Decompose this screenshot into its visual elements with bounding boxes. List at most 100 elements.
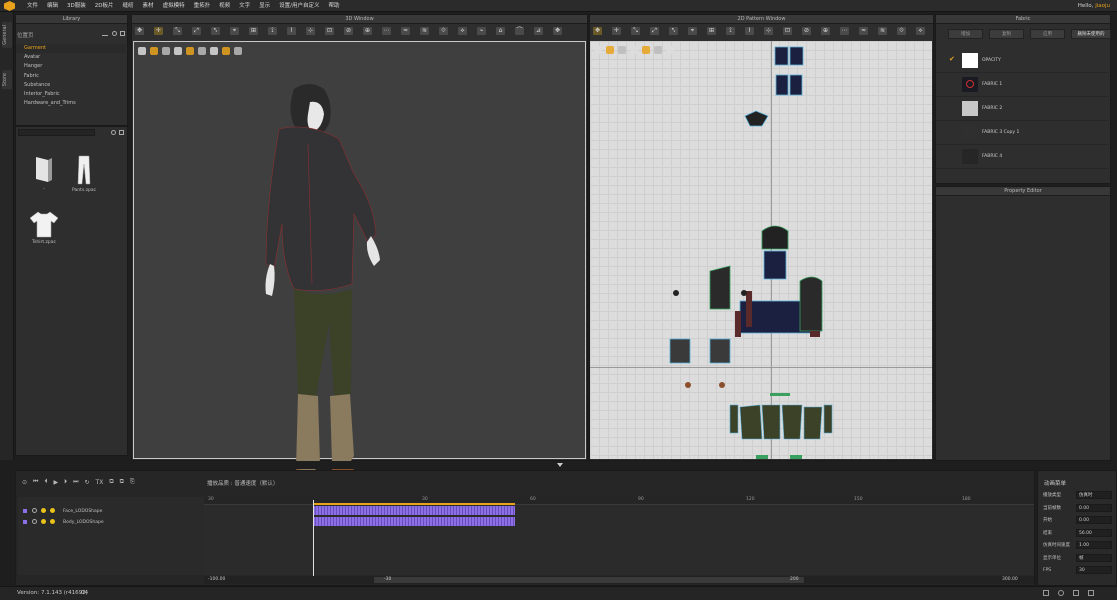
- library-tree-item[interactable]: Fabric: [16, 72, 126, 81]
- playback-control-icon[interactable]: TX: [96, 479, 104, 486]
- tool-icon[interactable]: ⤡: [173, 27, 182, 35]
- copy-fabric-button[interactable]: 复制: [989, 29, 1024, 39]
- menu-item[interactable]: 编辑: [47, 0, 58, 12]
- menu-item[interactable]: 2D板片: [95, 0, 114, 12]
- tool-icon[interactable]: ⊘: [802, 27, 811, 35]
- playback-control-icon[interactable]: ⏮: [33, 478, 38, 486]
- display-option-icon[interactable]: [222, 47, 230, 55]
- tool-icon[interactable]: ⌇: [287, 27, 296, 35]
- playback-control-icon[interactable]: ⧉: [109, 478, 113, 486]
- keyframe-bar-face[interactable]: [313, 506, 515, 515]
- keyframe-bar-body[interactable]: [313, 517, 515, 526]
- playback-control-icon[interactable]: ↻: [85, 479, 90, 486]
- menu-item[interactable]: 设置/用户自定义: [279, 0, 319, 12]
- tool-icon[interactable]: ⊡: [783, 27, 792, 35]
- scroll-thumb[interactable]: [374, 577, 804, 583]
- fabric-list-item[interactable]: FABRIC 4: [937, 145, 1109, 169]
- tool-icon[interactable]: ⊞: [249, 27, 258, 35]
- menu-item[interactable]: 虚拟模特: [163, 0, 185, 12]
- menu-item[interactable]: 文字: [239, 0, 250, 12]
- tool-icon[interactable]: ⟐: [897, 27, 906, 35]
- fabric-list-item[interactable]: ✔ OPACITY: [937, 49, 1109, 73]
- tool-icon[interactable]: ⊞: [707, 27, 716, 35]
- menu-item[interactable]: 帮助: [329, 0, 340, 12]
- refresh-icon[interactable]: [112, 31, 117, 36]
- menu-item[interactable]: 显示: [259, 0, 270, 12]
- fabric-list-item[interactable]: FABRIC 1: [937, 73, 1109, 97]
- tool-icon[interactable]: ⋯: [840, 27, 849, 35]
- lock-icon[interactable]: [41, 508, 46, 513]
- grid-icon[interactable]: [1043, 590, 1049, 596]
- playback-quality-label[interactable]: 播放品质 : 普通速度（默认）: [207, 479, 278, 487]
- user-greeting[interactable]: Hello, jiaoju: [1078, 0, 1110, 12]
- playback-control-icon[interactable]: ⏵: [64, 478, 67, 486]
- settings-icon[interactable]: [1088, 590, 1094, 596]
- display-option-icon[interactable]: [138, 47, 146, 55]
- pattern-viewport[interactable]: [590, 41, 932, 459]
- tool-icon[interactable]: ✥: [135, 27, 144, 35]
- display-option-icon[interactable]: [174, 47, 182, 55]
- anim-prop-value[interactable]: 56.00: [1076, 528, 1112, 537]
- tool-icon[interactable]: ⟟: [268, 27, 277, 35]
- library-search-input[interactable]: [18, 129, 95, 136]
- playback-range[interactable]: [313, 503, 515, 505]
- anim-prop-value[interactable]: 0.00: [1076, 516, 1112, 524]
- tool-icon[interactable]: ⟡: [458, 27, 467, 35]
- tool-icon[interactable]: ⤣: [211, 27, 220, 35]
- playback-control-icon[interactable]: ▶: [53, 479, 58, 486]
- apply-fabric-button[interactable]: 应用: [1030, 29, 1065, 39]
- tool-icon[interactable]: ≈: [401, 27, 410, 35]
- library-menu-icon[interactable]: [120, 31, 125, 36]
- record-icon[interactable]: [50, 519, 55, 524]
- timeline-splitter[interactable]: [0, 461, 1117, 469]
- pattern-pieces[interactable]: [590, 41, 932, 459]
- tool-icon[interactable]: ⊹: [764, 27, 773, 35]
- timeline-scrollbar[interactable]: -100.00 -30 200 300.00: [204, 576, 1034, 584]
- 3d-viewport[interactable]: [133, 41, 586, 482]
- playback-control-icon[interactable]: ⎘: [130, 478, 135, 486]
- menu-item[interactable]: 素材: [143, 0, 154, 12]
- add-fabric-button[interactable]: 增加: [948, 29, 983, 39]
- library-tree-item[interactable]: Substance: [16, 81, 126, 90]
- playback-control-icon[interactable]: ⏭: [73, 478, 78, 486]
- tool-icon[interactable]: ⌖: [230, 27, 239, 35]
- sync-icon[interactable]: [1058, 590, 1064, 596]
- avatar-3d-model[interactable]: [254, 84, 434, 494]
- fabric-list-item[interactable]: FABRIC 2: [937, 97, 1109, 121]
- tool-icon[interactable]: ⤢: [192, 27, 201, 35]
- lock-icon[interactable]: [41, 519, 46, 524]
- playhead[interactable]: [313, 500, 314, 576]
- tool-icon[interactable]: ⤡: [631, 27, 640, 35]
- anim-prop-value[interactable]: 30: [1076, 566, 1112, 574]
- anim-prop-value[interactable]: 仿真时: [1076, 491, 1112, 499]
- anim-prop-value[interactable]: 帧: [1076, 553, 1112, 562]
- display-option-icon[interactable]: [150, 47, 158, 55]
- library-tree-item[interactable]: Interior_Fabric: [16, 90, 126, 99]
- download-icon[interactable]: [102, 31, 108, 36]
- tool-icon[interactable]: ✥: [553, 27, 562, 35]
- menu-item[interactable]: 文件: [27, 0, 38, 12]
- file-item-tshirt[interactable]: Tshirt.zpac: [24, 210, 64, 245]
- library-tree-item[interactable]: Hanger: [16, 62, 126, 71]
- tool-icon[interactable]: ≋: [878, 27, 887, 35]
- menu-item[interactable]: 缝纫: [123, 0, 134, 12]
- window-icon[interactable]: [1073, 590, 1079, 596]
- tool-icon[interactable]: ⤣: [669, 27, 678, 35]
- tool-icon[interactable]: ⋯: [382, 27, 391, 35]
- fabric-list-item[interactable]: FABRIC 3 Copy 1: [937, 121, 1109, 145]
- tool-icon[interactable]: ⟐: [439, 27, 448, 35]
- tool-icon[interactable]: ⊘: [344, 27, 353, 35]
- tab-general[interactable]: General: [2, 22, 12, 48]
- tool-icon[interactable]: ✛: [612, 27, 621, 35]
- menu-item[interactable]: 3D服装: [67, 0, 86, 12]
- tab-store[interactable]: Store: [2, 70, 12, 90]
- tool-icon[interactable]: ⊹: [306, 27, 315, 35]
- delete-unused-button[interactable]: 删除未使用的: [1071, 29, 1111, 39]
- display-option-icon[interactable]: [210, 47, 218, 55]
- tool-icon[interactable]: ✛: [154, 27, 163, 35]
- tool-icon[interactable]: ⟟: [726, 27, 735, 35]
- visibility-icon[interactable]: [32, 519, 37, 524]
- display-option-icon[interactable]: [162, 47, 170, 55]
- track-row[interactable]: Body_LODOShape: [18, 518, 204, 528]
- file-item-parent[interactable]: ..: [24, 154, 64, 191]
